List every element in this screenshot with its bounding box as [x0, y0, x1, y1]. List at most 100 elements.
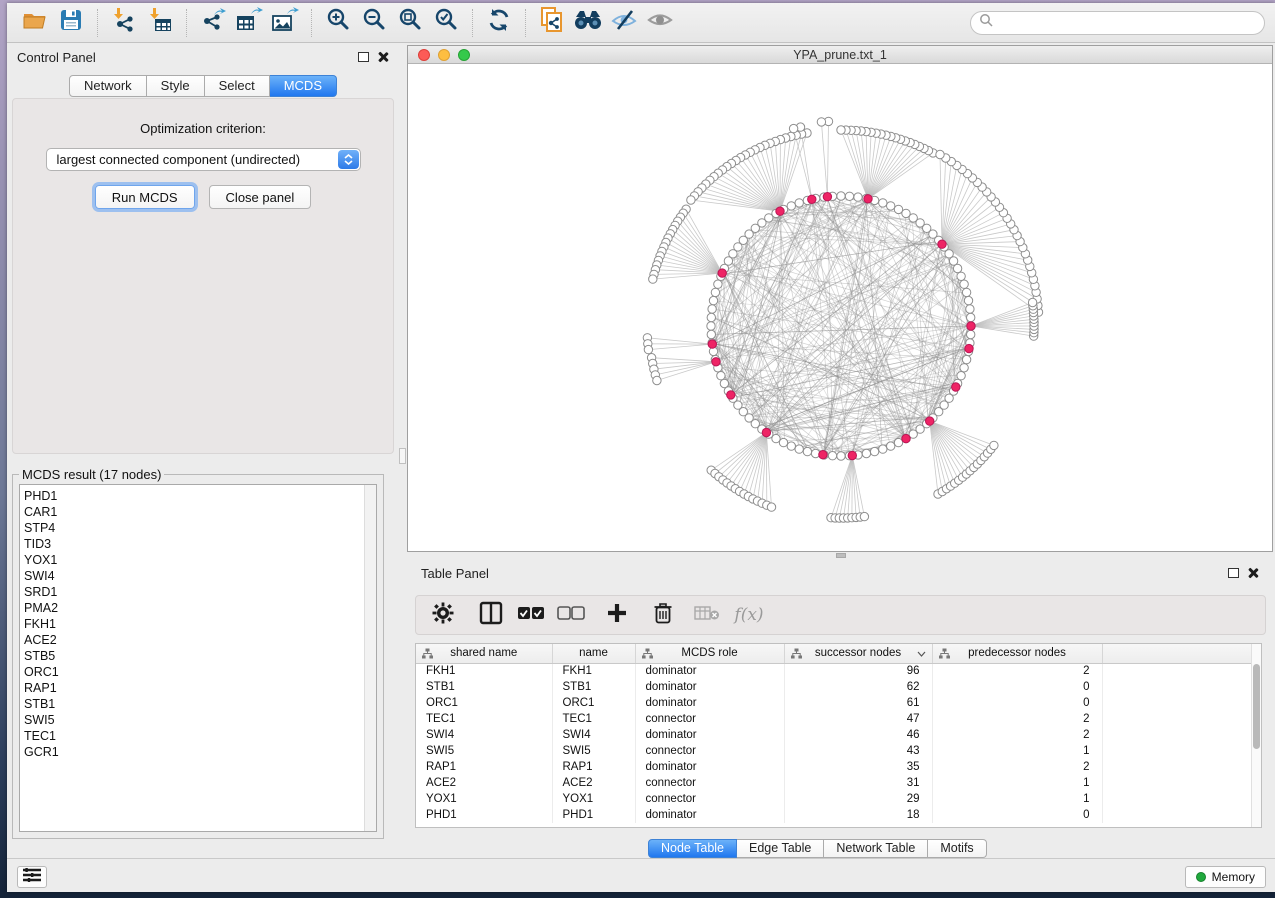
mcds-result-item[interactable]: TID3: [24, 536, 376, 552]
network-node[interactable]: [803, 447, 811, 455]
mcds-result-item[interactable]: PHD1: [24, 488, 376, 504]
mcds-result-item[interactable]: ACE2: [24, 632, 376, 648]
search-input[interactable]: [998, 16, 1256, 30]
mcds-node[interactable]: [708, 340, 716, 348]
cell-shared_name[interactable]: RAP1: [416, 759, 552, 775]
network-node[interactable]: [967, 330, 975, 338]
network-node[interactable]: [649, 275, 657, 283]
cell-predecessor_nodes[interactable]: 0: [932, 807, 1102, 823]
network-node[interactable]: [779, 438, 787, 446]
splitter-handle[interactable]: [399, 448, 406, 464]
deselect-all-rows-button[interactable]: [556, 600, 586, 630]
mcds-result-item[interactable]: GCR1: [24, 744, 376, 760]
column-header-MCDS-role[interactable]: MCDS role: [635, 644, 784, 663]
cell-name[interactable]: SWI5: [552, 743, 635, 759]
cell-successor_nodes[interactable]: 18: [784, 807, 932, 823]
cell-shared_name[interactable]: ACE2: [416, 775, 552, 791]
cell-name[interactable]: YOX1: [552, 791, 635, 807]
splitter-handle[interactable]: [836, 553, 846, 558]
table-scrollbar[interactable]: [1251, 644, 1261, 827]
network-node[interactable]: [967, 313, 975, 321]
mcds-node[interactable]: [864, 195, 872, 203]
network-node[interactable]: [717, 372, 725, 380]
mcds-node[interactable]: [776, 207, 784, 215]
cell-successor_nodes[interactable]: 47: [784, 711, 932, 727]
network-node[interactable]: [887, 202, 895, 210]
mcds-node[interactable]: [808, 195, 816, 203]
network-node[interactable]: [837, 126, 845, 134]
network-node[interactable]: [879, 445, 887, 453]
network-node[interactable]: [789, 124, 797, 132]
network-node[interactable]: [894, 205, 902, 213]
network-node[interactable]: [837, 452, 845, 460]
zoom-fit-button[interactable]: [392, 8, 428, 38]
network-node[interactable]: [707, 330, 715, 338]
network-node[interactable]: [707, 313, 715, 321]
network-node[interactable]: [962, 288, 970, 296]
cell-name[interactable]: ACE2: [552, 775, 635, 791]
zoom-out-button[interactable]: [356, 8, 392, 38]
table-row[interactable]: STB1STB1dominator620: [416, 679, 1253, 695]
mcds-result-item[interactable]: CAR1: [24, 504, 376, 520]
network-node[interactable]: [860, 512, 868, 520]
tab-motifs[interactable]: Motifs: [928, 839, 986, 858]
hide-selected-button[interactable]: [606, 8, 642, 38]
cell-mcds_role[interactable]: connector: [635, 791, 784, 807]
mcds-node[interactable]: [819, 451, 827, 459]
mcds-result-item[interactable]: FKH1: [24, 616, 376, 632]
network-node[interactable]: [787, 442, 795, 450]
network-canvas[interactable]: [408, 64, 1272, 551]
cell-successor_nodes[interactable]: 62: [784, 679, 932, 695]
cell-name[interactable]: TEC1: [552, 711, 635, 727]
tab-mcds[interactable]: MCDS: [270, 75, 337, 97]
network-node[interactable]: [936, 150, 944, 158]
column-header-name[interactable]: name: [552, 644, 635, 663]
mcds-result-item[interactable]: STB5: [24, 648, 376, 664]
network-node[interactable]: [795, 199, 803, 207]
table-scrollbar-thumb[interactable]: [1253, 664, 1260, 749]
mcds-result-item[interactable]: STB1: [24, 696, 376, 712]
zoom-in-button[interactable]: [320, 8, 356, 38]
mcds-node[interactable]: [762, 428, 770, 436]
memory-button[interactable]: Memory: [1185, 866, 1266, 888]
mcds-result-item[interactable]: ORC1: [24, 664, 376, 680]
float-panel-icon[interactable]: [1228, 568, 1239, 578]
tab-style[interactable]: Style: [147, 75, 205, 97]
open-session-button[interactable]: [17, 8, 53, 38]
cell-predecessor_nodes[interactable]: 2: [932, 727, 1102, 743]
mcds-result-item[interactable]: STP4: [24, 520, 376, 536]
network-node[interactable]: [711, 288, 719, 296]
cell-mcds_role[interactable]: dominator: [635, 727, 784, 743]
cell-shared_name[interactable]: FKH1: [416, 663, 552, 679]
cell-predecessor_nodes[interactable]: 1: [932, 791, 1102, 807]
panel-splitter-horizontal[interactable]: [407, 552, 1273, 560]
table-options-button[interactable]: [428, 600, 458, 630]
table-row[interactable]: ORC1ORC1dominator610: [416, 695, 1253, 711]
export-network-button[interactable]: [195, 8, 231, 38]
cell-predecessor_nodes[interactable]: 2: [932, 759, 1102, 775]
cell-name[interactable]: PHD1: [552, 807, 635, 823]
cell-mcds_role[interactable]: dominator: [635, 679, 784, 695]
mcds-node[interactable]: [965, 344, 973, 352]
cell-shared_name[interactable]: ORC1: [416, 695, 552, 711]
node-table-grid[interactable]: shared namenameMCDS rolesuccessor nodesp…: [416, 644, 1254, 823]
delete-columns-button[interactable]: [648, 600, 678, 630]
network-window-titlebar[interactable]: YPA_prune.txt_1: [408, 46, 1272, 64]
run-mcds-button[interactable]: Run MCDS: [95, 185, 195, 209]
cell-successor_nodes[interactable]: 31: [784, 775, 932, 791]
table-row[interactable]: ACE2ACE2connector311: [416, 775, 1253, 791]
cell-mcds_role[interactable]: connector: [635, 711, 784, 727]
column-header-predecessor-nodes[interactable]: predecessor nodes: [932, 644, 1102, 663]
search-network-button[interactable]: [570, 8, 606, 38]
mcds-node[interactable]: [938, 240, 946, 248]
tab-select[interactable]: Select: [205, 75, 270, 97]
cell-shared_name[interactable]: STB1: [416, 679, 552, 695]
network-node[interactable]: [828, 452, 836, 460]
add-column-button[interactable]: [602, 600, 632, 630]
network-node[interactable]: [837, 192, 845, 200]
network-node[interactable]: [687, 196, 695, 204]
zoom-selected-button[interactable]: [428, 8, 464, 38]
mcds-result-item[interactable]: RAP1: [24, 680, 376, 696]
cell-successor_nodes[interactable]: 96: [784, 663, 932, 679]
cell-name[interactable]: RAP1: [552, 759, 635, 775]
